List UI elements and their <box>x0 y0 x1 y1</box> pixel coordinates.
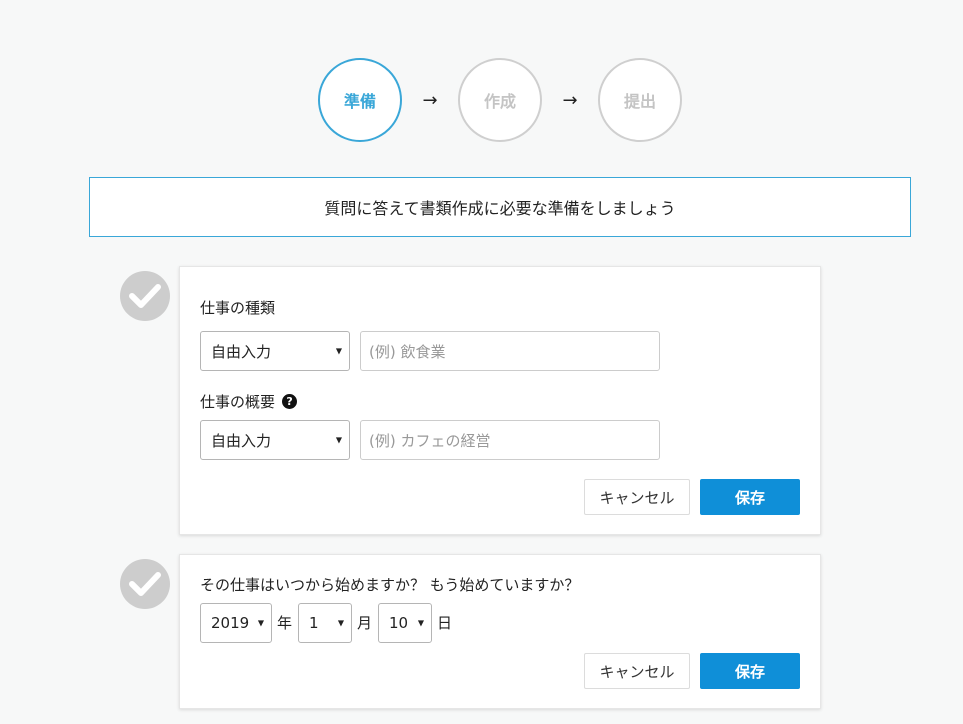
step-submit[interactable]: 提出 <box>598 58 682 142</box>
step-create[interactable]: 作成 <box>458 58 542 142</box>
job-summary-mode-select[interactable]: 自由入力 ▼ <box>200 420 350 460</box>
instruction-banner: 質問に答えて書類作成に必要な準備をしましょう <box>89 177 911 237</box>
start-date-question: その仕事はいつから始めますか？ もう始めていますか？ <box>200 576 580 594</box>
arrow-right-icon: → <box>562 89 578 111</box>
job-summary-input[interactable]: (例) カフェの経営 <box>360 420 660 460</box>
start-date-card: その仕事はいつから始めますか？ もう始めていますか？ 2019 ▼ 年 1 ▼ … <box>179 554 821 709</box>
job-type-input[interactable]: (例) 飲食業 <box>360 331 660 371</box>
year-unit: 年 <box>277 614 293 632</box>
save-button[interactable]: 保存 <box>700 479 800 515</box>
day-unit: 日 <box>437 614 453 632</box>
step-prepare[interactable]: 準備 <box>318 58 402 142</box>
job-info-card: 仕事の種類 自由入力 ▼ (例) 飲食業 仕事の概要 ? 自由入力 ▼ (例) … <box>179 266 821 535</box>
step-submit-label: 提出 <box>623 92 656 111</box>
step-prepare-label: 準備 <box>343 92 376 111</box>
caret-down-icon: ▼ <box>257 618 264 628</box>
caret-down-icon: ▼ <box>335 435 342 445</box>
day-select[interactable]: 10 ▼ <box>378 603 432 643</box>
job-type-mode-select[interactable]: 自由入力 ▼ <box>200 331 350 371</box>
caret-down-icon: ▼ <box>417 618 424 628</box>
step-create-label: 作成 <box>483 92 516 111</box>
month-select[interactable]: 1 ▼ <box>298 603 352 643</box>
instruction-text: 質問に答えて書類作成に必要な準備をしましょう <box>324 199 676 218</box>
month-unit: 月 <box>357 614 373 632</box>
caret-down-icon: ▼ <box>337 618 344 628</box>
year-select[interactable]: 2019 ▼ <box>200 603 272 643</box>
question-circle-icon[interactable]: ? <box>282 394 298 409</box>
checkmark-icon <box>120 559 170 609</box>
caret-down-icon: ▼ <box>335 346 342 356</box>
job-type-label: 仕事の種類 <box>200 299 276 317</box>
cancel-button[interactable]: キャンセル <box>584 479 690 515</box>
checkmark-icon <box>120 271 170 321</box>
job-summary-label: 仕事の概要 ? <box>200 391 298 412</box>
arrow-right-icon: → <box>422 89 438 111</box>
cancel-button[interactable]: キャンセル <box>584 653 690 689</box>
save-button[interactable]: 保存 <box>700 653 800 689</box>
